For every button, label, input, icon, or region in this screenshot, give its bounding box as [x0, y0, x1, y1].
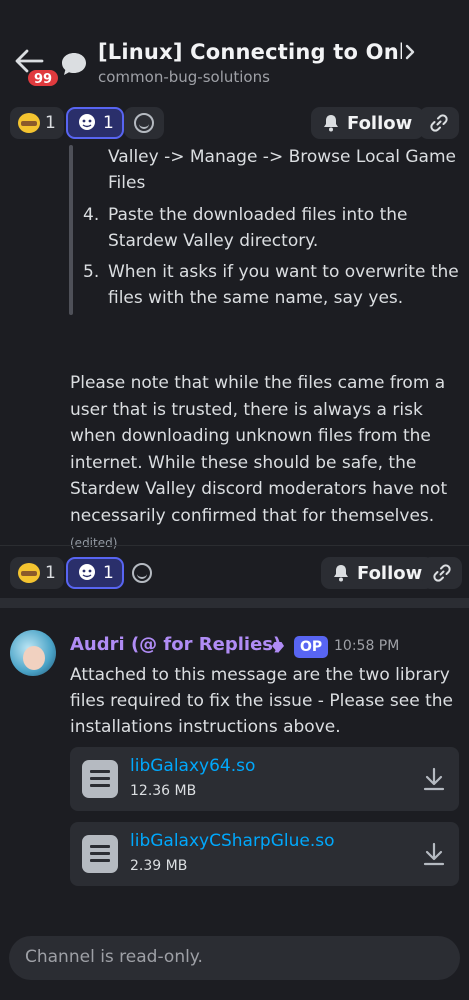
notification-badge: 99: [26, 68, 61, 88]
reaction-count: 1: [103, 563, 114, 583]
message-text: Attached to this message are the two lib…: [70, 665, 453, 737]
attachment-name[interactable]: libGalaxy64.so: [130, 756, 255, 776]
download-icon[interactable]: [423, 842, 445, 866]
step-number: 5.: [83, 262, 100, 282]
avatar[interactable]: [10, 630, 56, 676]
link-icon: [430, 114, 448, 132]
reaction-count: 1: [45, 113, 56, 133]
thanks-emoji-icon: [18, 113, 40, 133]
edited-label: (edited): [70, 536, 118, 550]
file-icon: [82, 835, 118, 873]
download-icon[interactable]: [423, 767, 445, 791]
divider: [0, 545, 469, 546]
thumbs-up-emoji-icon: [79, 564, 95, 580]
attachment-name[interactable]: libGalaxyCSharpGlue.so: [130, 831, 335, 851]
section-separator: [0, 598, 469, 608]
attachment-card[interactable]: libGalaxy64.so 12.36 MB: [70, 747, 459, 811]
thread-bubble-icon: [62, 53, 86, 75]
step-4-text: Stardew Valley directory.: [108, 231, 319, 251]
step-4-text: Paste the downloaded files into the: [108, 205, 408, 225]
bell-icon: [324, 115, 338, 132]
nitro-gem-icon: [272, 642, 284, 653]
reaction-bar-bottom: 1 1 Follow: [0, 555, 469, 601]
link-icon: [433, 564, 451, 582]
reaction-thumbs-up[interactable]: 1: [66, 107, 124, 139]
channel-name: common-bug-solutions: [98, 68, 270, 86]
attachment-card[interactable]: libGalaxyCSharpGlue.so 2.39 MB: [70, 822, 459, 886]
step-5-text: files with the same name, say yes.: [108, 288, 404, 308]
follow-button[interactable]: Follow: [321, 557, 435, 589]
add-reaction-button[interactable]: [124, 107, 164, 139]
thumbs-up-emoji-icon: [79, 114, 95, 130]
follow-label: Follow: [357, 562, 423, 584]
add-reaction-icon: [134, 113, 154, 133]
add-reaction-icon: [132, 563, 152, 583]
bell-icon: [334, 565, 348, 582]
op-badge: OP: [294, 636, 329, 658]
add-reaction-button[interactable]: [124, 557, 160, 589]
reaction-count: 1: [103, 113, 114, 133]
message-composer: Channel is read-only.: [9, 936, 460, 980]
attachment-size: 2.39 MB: [130, 858, 188, 874]
author-name[interactable]: Audri (@ for Replies): [70, 634, 281, 655]
reaction-thanks[interactable]: 1: [10, 107, 64, 139]
reaction-count: 1: [45, 563, 56, 583]
step-number: 4.: [83, 205, 100, 225]
composer-placeholder: Channel is read-only.: [25, 947, 203, 967]
step-3-text: Files: [108, 173, 146, 193]
post-note: Please note that while the files came fr…: [70, 370, 465, 557]
message-timestamp: 10:58 PM: [334, 638, 400, 654]
follow-label: Follow: [347, 112, 413, 134]
reaction-thanks[interactable]: 1: [10, 557, 64, 589]
reaction-thumbs-up[interactable]: 1: [66, 557, 124, 589]
step-5-text: When it asks if you want to overwrite th…: [108, 262, 459, 282]
chevron-right-icon[interactable]: [404, 43, 416, 61]
channel-header: 99 [Linux] Connecting to Onlin... common…: [0, 0, 469, 105]
file-icon: [82, 760, 118, 798]
thanks-emoji-icon: [18, 563, 40, 583]
thread-title[interactable]: [Linux] Connecting to Onlin...: [98, 40, 402, 64]
copy-link-button[interactable]: [422, 557, 462, 589]
attachment-size: 12.36 MB: [130, 783, 197, 799]
copy-link-button[interactable]: [419, 107, 459, 139]
follow-button[interactable]: Follow: [311, 107, 425, 139]
blockquote-bar: [69, 145, 73, 315]
note-text: Please note that while the files came fr…: [70, 373, 448, 526]
step-3-text: Valley -> Manage -> Browse Local Game: [108, 147, 456, 167]
